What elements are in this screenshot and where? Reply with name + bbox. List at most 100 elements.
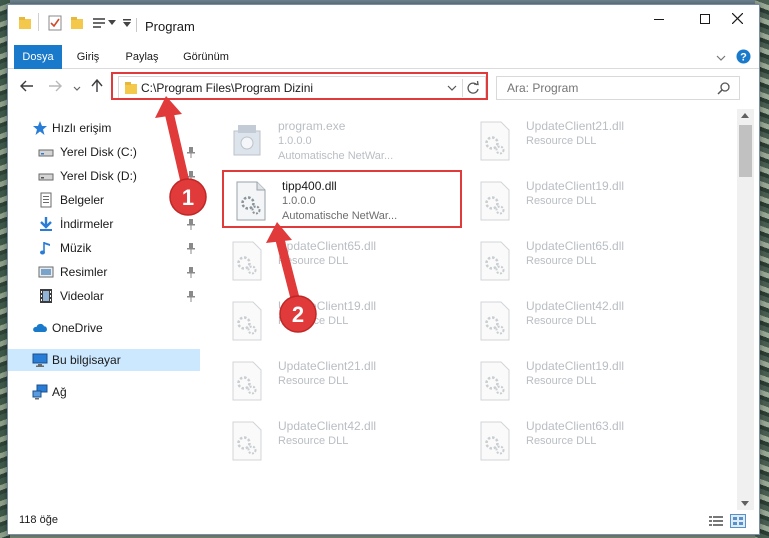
maximize-icon [700, 13, 710, 27]
sidebar-item-videos[interactable]: Videolar [8, 285, 200, 307]
arrow-right-icon [48, 79, 62, 95]
tiles-view-icon[interactable] [730, 514, 746, 528]
search-box[interactable] [496, 76, 740, 100]
dll-file-icon [478, 121, 512, 161]
dll-file-icon [478, 241, 512, 281]
explorer-window: Program Dosya Giriş Paylaş Görünüm ? C:\… [7, 4, 760, 535]
sidebar-item-local-disk-c[interactable]: Yerel Disk (C:) [8, 141, 200, 163]
expand-ribbon-icon[interactable] [716, 51, 726, 65]
pin-icon[interactable] [186, 146, 196, 158]
file-item[interactable]: UpdateClient42.dll Resource DLL [226, 413, 456, 469]
pin-icon[interactable] [186, 266, 196, 278]
refresh-icon[interactable] [465, 80, 481, 96]
sidebar-item-local-disk-d[interactable]: Yerel Disk (D:) [8, 165, 200, 187]
pin-icon[interactable] [186, 290, 196, 302]
tab-giris[interactable]: Giriş [68, 45, 108, 69]
file-name: UpdateClient42.dll [278, 419, 377, 433]
dll-file-icon [234, 181, 268, 221]
pin-icon[interactable] [186, 194, 196, 206]
dll-file-icon [478, 421, 512, 461]
details-view-icon[interactable] [708, 514, 724, 528]
search-icon[interactable] [717, 81, 731, 98]
network-icon [32, 384, 48, 400]
forward-button[interactable] [46, 79, 64, 95]
sidebar-item-label: Yerel Disk (D:) [60, 169, 137, 183]
sidebar-item-this-pc[interactable]: Bu bilgisayar [8, 349, 200, 371]
file-item[interactable]: UpdateClient65.dll Resource DLL [474, 233, 704, 289]
title-bar: Program [8, 5, 759, 41]
pin-icon[interactable] [186, 242, 196, 254]
sidebar-item-pictures[interactable]: Resimler [8, 261, 200, 283]
file-name: UpdateClient65.dll [278, 239, 377, 253]
address-path[interactable]: C:\Program Files\Program Dizini [141, 81, 313, 95]
cloud-icon [32, 320, 48, 336]
file-description: Resource DLL [278, 375, 349, 387]
dll-file-icon [478, 181, 512, 221]
scroll-thumb[interactable] [739, 125, 752, 177]
dll-file-icon [478, 301, 512, 341]
sidebar-item-network[interactable]: Ağ [8, 381, 200, 403]
vertical-scrollbar[interactable] [737, 109, 754, 510]
minimize-button[interactable] [636, 5, 682, 35]
file-name: UpdateClient19.dll [526, 179, 625, 193]
title-divider [136, 18, 137, 32]
close-icon [731, 12, 743, 27]
file-item[interactable]: UpdateClient63.dll Resource DLL [474, 413, 704, 469]
file-item[interactable]: UpdateClient19.dll Resource DLL [474, 353, 704, 409]
help-icon[interactable]: ? [736, 49, 751, 67]
address-dropdown-icon[interactable] [445, 81, 459, 95]
search-input[interactable] [497, 77, 707, 99]
file-item[interactable]: UpdateClient21.dll Resource DLL [474, 113, 704, 169]
back-button[interactable] [18, 79, 36, 95]
qa-dropdown-icon[interactable] [122, 15, 132, 31]
minimize-icon [654, 13, 664, 27]
file-item[interactable]: UpdateClient21.dll Resource DLL [226, 353, 456, 409]
tab-dosya[interactable]: Dosya [14, 45, 62, 69]
file-name: UpdateClient63.dll [526, 419, 625, 433]
file-description: Resource DLL [278, 315, 349, 327]
qa-chevron-down-icon[interactable] [108, 15, 116, 31]
dll-file-icon [478, 361, 512, 401]
folder-icon [18, 15, 32, 31]
sidebar-item-label: Bu bilgisayar [52, 353, 121, 367]
dll-file-icon [230, 361, 264, 401]
customize-toolbar-icon[interactable] [92, 15, 106, 31]
scroll-up-icon[interactable] [741, 113, 749, 118]
address-divider [462, 79, 463, 97]
tab-paylas[interactable]: Paylaş [118, 45, 166, 69]
file-name: program.exe [278, 119, 346, 133]
address-bar[interactable]: C:\Program Files\Program Dizini [118, 76, 486, 100]
file-name: UpdateClient19.dll [278, 299, 377, 313]
file-description: Automatische NetWar... [282, 210, 398, 222]
exe-icon [230, 121, 264, 161]
file-description: Automatische NetWar... [278, 150, 394, 162]
tab-gorunum[interactable]: Görünüm [176, 45, 236, 69]
file-item[interactable]: UpdateClient19.dll Resource DLL [226, 293, 456, 349]
sidebar-item-music[interactable]: Müzik [8, 237, 200, 259]
sidebar-item-label: Yerel Disk (C:) [60, 145, 137, 159]
scroll-down-icon[interactable] [741, 501, 749, 506]
file-item-selected[interactable]: tipp400.dll 1.0.0.0 Automatische NetWar.… [230, 173, 460, 229]
sidebar-item-quick-access[interactable]: Hızlı erişim [8, 117, 200, 139]
recent-locations-button[interactable] [68, 79, 86, 95]
file-description: Resource DLL [526, 195, 597, 207]
sidebar-item-onedrive[interactable]: OneDrive [8, 317, 200, 339]
star-icon [32, 120, 48, 136]
file-item[interactable]: UpdateClient65.dll Resource DLL [226, 233, 456, 289]
drive-icon [38, 168, 54, 184]
properties-icon[interactable] [48, 15, 62, 31]
new-folder-icon[interactable] [70, 15, 84, 31]
folder-icon [124, 81, 138, 98]
close-button[interactable] [714, 5, 760, 35]
file-item[interactable]: UpdateClient19.dll Resource DLL [474, 173, 704, 229]
pin-icon[interactable] [186, 218, 196, 230]
file-item[interactable]: program.exe 1.0.0.0 Automatische NetWar.… [226, 113, 456, 169]
up-button[interactable] [88, 78, 106, 95]
window-title: Program [145, 19, 195, 34]
sidebar-item-documents[interactable]: Belgeler [8, 189, 200, 211]
dll-file-icon [230, 241, 264, 281]
file-version: 1.0.0.0 [278, 135, 312, 147]
pin-icon[interactable] [186, 170, 196, 182]
sidebar-item-downloads[interactable]: İndirmeler [8, 213, 200, 235]
file-item[interactable]: UpdateClient42.dll Resource DLL [474, 293, 704, 349]
